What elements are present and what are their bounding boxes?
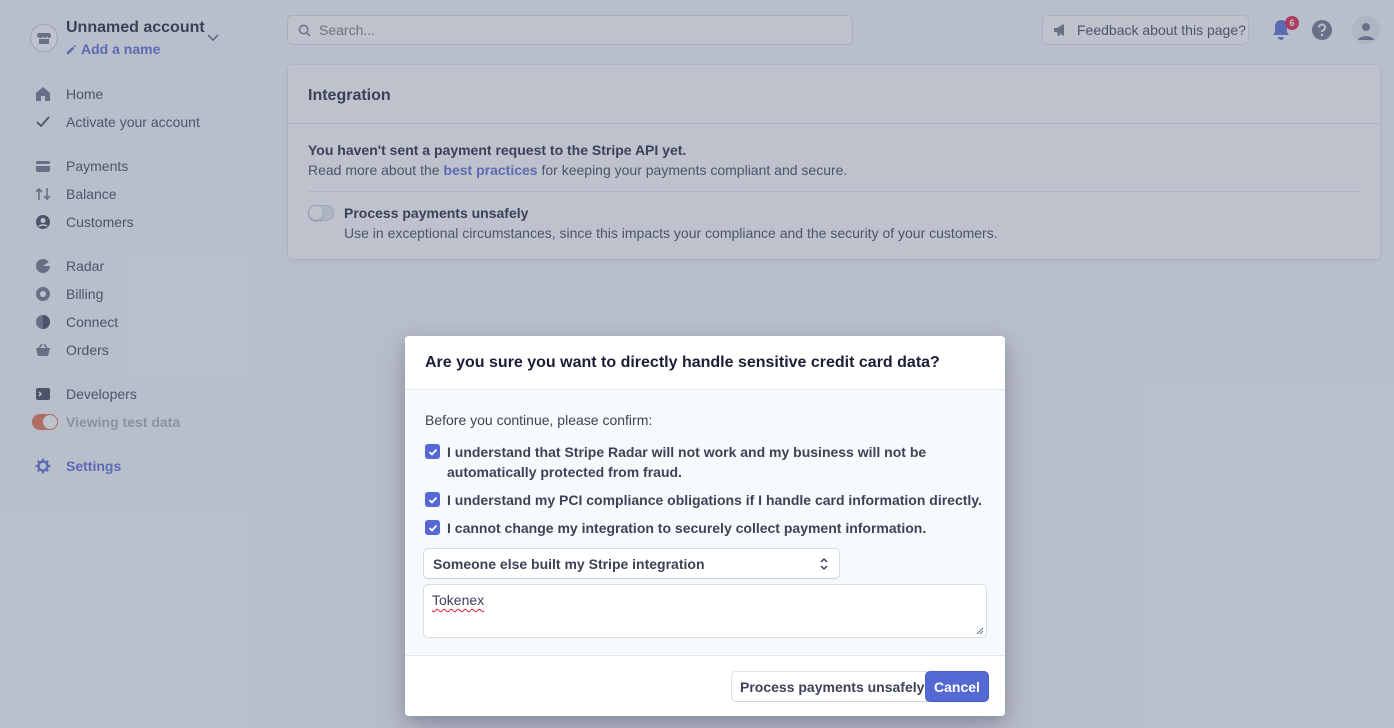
- select-caret-icon: [820, 557, 828, 571]
- details-textarea[interactable]: Tokenex: [424, 585, 986, 637]
- checkbox-integration[interactable]: [425, 520, 440, 535]
- modal-footer: Process payments unsafely Cancel: [405, 656, 1005, 716]
- resize-handle-icon[interactable]: [976, 627, 984, 635]
- checkmark-icon: [428, 524, 437, 532]
- integration-checkbox-row[interactable]: I cannot change my integration to secure…: [425, 518, 985, 538]
- radar-checkbox-row[interactable]: I understand that Stripe Radar will not …: [425, 442, 985, 482]
- process-unsafely-button[interactable]: Process payments unsafely: [732, 672, 933, 701]
- checkbox-label: I cannot change my integration to secure…: [447, 520, 927, 536]
- modal-intro: Before you continue, please confirm:: [425, 412, 653, 428]
- modal-title: Are you sure you want to directly handle…: [425, 354, 940, 371]
- checkmark-icon: [428, 496, 437, 504]
- checkbox-label: I understand my PCI compliance obligatio…: [447, 492, 982, 508]
- textarea-value: Tokenex: [432, 592, 485, 608]
- select-value: Someone else built my Stripe integration: [433, 555, 705, 572]
- modal-header: Are you sure you want to directly handle…: [405, 336, 1005, 389]
- app-root: Unnamed account Add a name Home Activate…: [0, 0, 1394, 728]
- confirm-modal: Are you sure you want to directly handle…: [405, 336, 1005, 716]
- integration-reason-select[interactable]: Someone else built my Stripe integration: [424, 549, 839, 578]
- checkbox-pci[interactable]: [425, 492, 440, 507]
- cancel-button[interactable]: Cancel: [926, 672, 988, 701]
- checkmark-icon: [428, 448, 437, 456]
- checkbox-radar[interactable]: [425, 444, 440, 459]
- pci-checkbox-row[interactable]: I understand my PCI compliance obligatio…: [425, 490, 985, 510]
- checkbox-label: I understand that Stripe Radar will not …: [447, 444, 927, 480]
